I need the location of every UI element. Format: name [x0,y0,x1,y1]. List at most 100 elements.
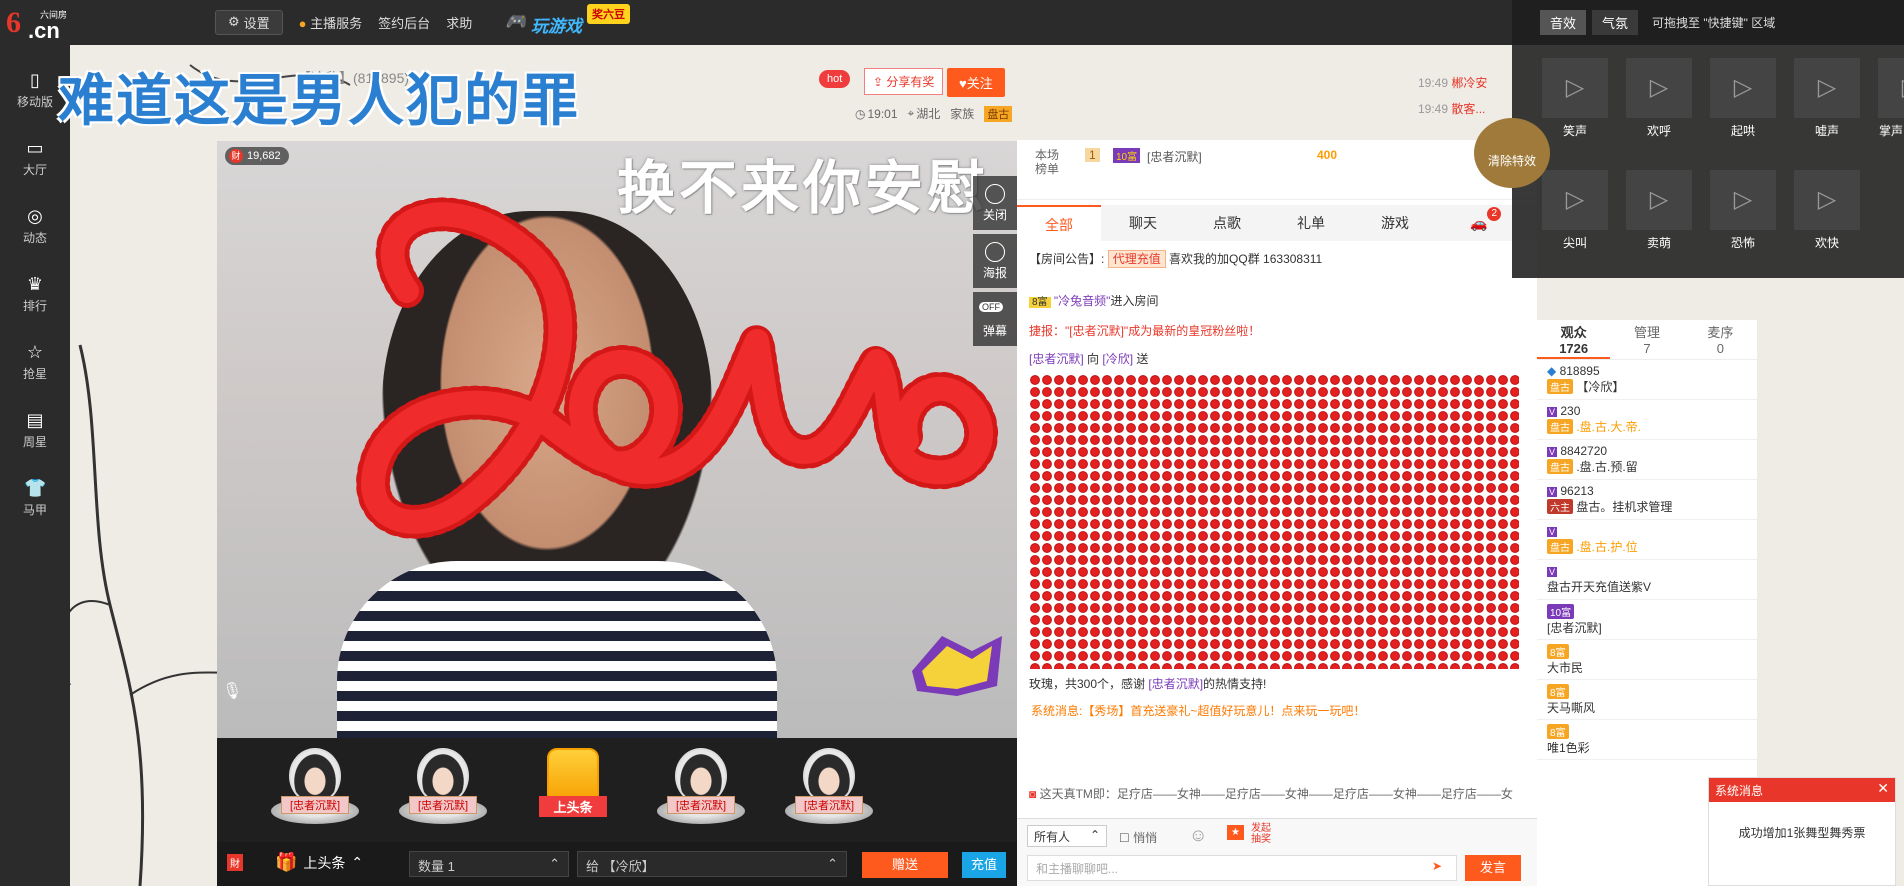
tab-song[interactable]: 点歌 [1185,205,1269,241]
play-games-link[interactable]: 🎮 玩游戏 奖六豆 [505,4,635,40]
user-name: .盘.古.预.留 [1576,460,1638,474]
sound-happy[interactable]: ▷ 欢快 [1794,170,1860,250]
danmaku-toggle[interactable]: OFF 弹幕 [973,292,1017,346]
log-text: 散客... [1451,102,1486,116]
share-button[interactable]: ⇪ 分享有奖 [864,68,944,95]
power-icon [985,184,1005,204]
sound-laugh[interactable]: ▷ 笑声 [1542,58,1608,138]
quantity-input[interactable]: 数量 1 ⌃ [409,851,569,877]
hot-badge[interactable]: hot [819,70,851,88]
close-icon[interactable]: ✕ [1877,780,1889,797]
sound-cute[interactable]: ▷ 卖萌 [1626,170,1692,250]
live-video[interactable]: 财 19,682 换不来你安慰 关闭 海报 OFF 弹幕 🎙 [217,141,1017,738]
tab-chat[interactable]: 聊天 [1101,205,1185,241]
top-fan-avatar[interactable]: [忠者沉默] [395,748,491,838]
rail-feed[interactable]: ◎ 动态 [0,197,70,253]
target-select[interactable]: 所有人 ⌃ [1027,825,1107,847]
site-logo[interactable]: 6 六间房 .cn [6,6,72,43]
share-icon: ⇪ [873,75,884,89]
list-item[interactable]: 8富 大市民 [1537,640,1757,680]
ranking-user[interactable]: [忠者沉默] [1147,148,1202,165]
sound-boo[interactable]: ▷ 嘘声 [1794,58,1860,138]
list-item[interactable]: ◆ 818895 盘古 【冷欣】 [1537,360,1757,400]
tab-count: 0 [1716,341,1724,356]
ranking-label-1: 本场 [1035,148,1060,162]
sound-hype[interactable]: ▷ 起哄 [1710,58,1776,138]
sound-label: 恐怖 [1730,236,1755,250]
headline-dropdown[interactable]: 🎁 上头条 ⌃ [275,852,363,873]
settings-button[interactable]: ⚙ 设置 [215,9,283,35]
marquee-text: 这天真TM即：足疗店——女神——足疗店——女神——足疗店——女神——足疗店——女 [1039,787,1513,801]
rail-hall[interactable]: ▭ 大厅 [0,129,70,185]
tab-atmosphere[interactable]: 气氛 [1592,10,1639,35]
left-rail: ▯ 移动版 ▭ 大厅 ◎ 动态 ♛ 排行 ☆ 抢星 ▤ 周星 👕 马甲 [0,45,70,886]
recharge-button[interactable]: 充值 [962,852,1006,878]
sound-label: 掌声 [1878,124,1903,138]
nav-help[interactable]: 求助 [446,13,472,32]
send-gift-button[interactable]: 赠送 [862,852,948,878]
send-icon[interactable]: ➤ [1432,859,1442,873]
tab-gifts[interactable]: 礼单 [1269,205,1353,241]
list-item[interactable]: V 96213 六主 盘古。挂机求管理 [1537,480,1757,520]
user-tag: 8富 [1547,684,1569,699]
ranking-label[interactable]: 本场 榜单 [1035,148,1059,176]
gift-sender[interactable]: [忠者沉默] [1029,352,1084,366]
star-icon: ☆ [26,342,44,362]
follow-button[interactable]: ♥关注 [947,68,1005,97]
list-item[interactable]: V 盘古开天充值送紫V [1537,560,1757,600]
sound-applause[interactable]: ▷ 掌声 [1878,58,1904,138]
poster-button[interactable]: 海报 [973,234,1017,288]
nav-anchor-service[interactable]: ● 主播服务 [299,13,363,32]
lottery-label[interactable]: 发起抽奖 [1251,823,1277,845]
lottery-icon[interactable]: ★ [1227,825,1244,840]
notice-tag[interactable]: 代理充值 [1107,250,1166,268]
tab-mic-queue[interactable]: 麦序 0 [1684,320,1757,359]
tab-sound[interactable]: 音效 [1540,10,1587,35]
recipient-select[interactable]: 给 【冷欣】 ⌃ [577,851,847,877]
list-item[interactable]: 10富 [忠者沉默] [1537,600,1757,640]
car-tab[interactable]: 🚗 2 [1437,205,1521,241]
list-item[interactable]: V 盘古 .盘.古.护.位 [1537,520,1757,560]
rail-vest[interactable]: 👕 马甲 [0,469,70,525]
rail-week-star[interactable]: ▤ 周星 [0,401,70,457]
gift-recipient[interactable]: [冷欣] [1102,352,1133,366]
top-fan-avatar[interactable]: [忠者沉默] [781,748,877,838]
sound-cheer[interactable]: ▷ 欢呼 [1626,58,1692,138]
sound-horror[interactable]: ▷ 恐怖 [1710,170,1776,250]
top-fan-avatar[interactable]: [忠者沉默] [267,748,363,838]
list-item[interactable]: V 8842720 盘古 .盘.古.预.留 [1537,440,1757,480]
top-fan-avatar[interactable]: [忠者沉默] [653,748,749,838]
whisper-checkbox[interactable]: ☐ 悄悄 [1119,829,1157,846]
sound-scream[interactable]: ▷ 尖叫 [1542,170,1608,250]
close-video-button[interactable]: 关闭 [973,176,1017,230]
diamond-icon: ◆ [1547,364,1557,378]
list-item[interactable]: 8富 天马嘶风 [1537,680,1757,720]
list-item[interactable]: 8富 唯1色彩 [1537,720,1757,760]
clear-effects-button[interactable]: 清除特效 [1474,118,1550,188]
nav-sign-backend[interactable]: 签约后台 [378,13,430,32]
tab-games[interactable]: 游戏 [1353,205,1437,241]
chat-input[interactable]: 和主播聊聊吧... [1027,855,1457,881]
vip-badge: V [1547,527,1558,537]
headline-label: 上头条 [539,796,607,817]
chat-user[interactable]: "冷兔音频" [1054,294,1111,308]
rail-rank[interactable]: ♛ 排行 [0,265,70,321]
thanks-text: 玫瑰，共300个，感谢 [1029,677,1146,691]
emoji-icon[interactable]: ☺ [1189,825,1207,846]
tab-all[interactable]: 全部 [1017,205,1101,241]
user-icon: ● [298,15,307,31]
tab-admins[interactable]: 管理 7 [1610,320,1683,359]
system-message[interactable]: 系统消息:【秀场】首充送豪礼~超值好玩意儿！点来玩一玩吧！ [1031,702,1365,719]
user-tag: 盘古 [1547,379,1573,394]
tab-viewers[interactable]: 观众 1726 [1537,320,1611,359]
headline-button[interactable]: 上头条 [525,748,621,838]
send-message-button[interactable]: 发言 [1465,855,1521,881]
thanks-user[interactable]: [忠者沉默] [1148,677,1203,691]
microphone-icon[interactable]: 🎙 [222,681,242,701]
clock-icon: ◷ [855,106,866,121]
list-item[interactable]: V 230 盘古 .盘.古.大.帝. [1537,400,1757,440]
rail-grab-star[interactable]: ☆ 抢星 [0,333,70,389]
popup-header: 系统消息 ✕ [1709,778,1895,802]
family-tag[interactable]: 盘古 [984,105,1013,122]
nav-label: 主播服务 [310,15,363,31]
